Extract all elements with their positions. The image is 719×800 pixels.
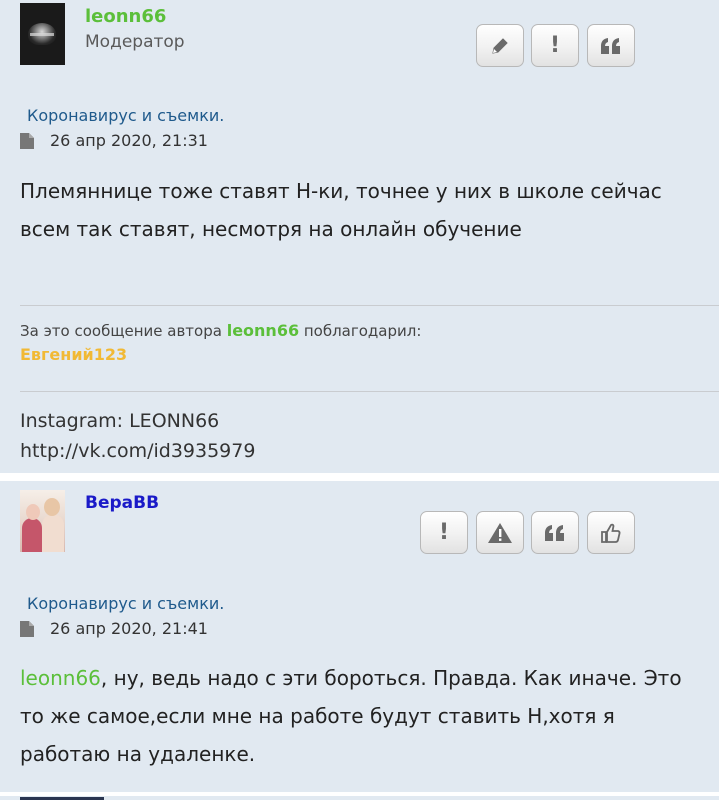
post-content: leonn66, ну, ведь надо с эти бороться. П… xyxy=(20,659,700,773)
quote-button[interactable] xyxy=(531,511,579,554)
avatar[interactable] xyxy=(20,490,65,552)
post-topic-link[interactable]: Коронавирус и съемки. xyxy=(27,106,224,125)
exclamation-icon: ! xyxy=(549,33,561,58)
signature-vk-link[interactable]: http://vk.com/id3935979 xyxy=(20,436,255,466)
avatar-figure xyxy=(44,498,60,516)
thumbs-up-icon xyxy=(599,521,623,545)
warning-icon xyxy=(487,522,513,544)
avatar-figure xyxy=(22,518,42,552)
signature: Instagram: LEONN66 http://vk.com/id39359… xyxy=(20,406,255,466)
quote-icon xyxy=(543,523,567,543)
report-button[interactable]: ! xyxy=(420,511,468,554)
post-content-text: , ну, ведь надо с эти бороться. Правда. … xyxy=(20,666,682,766)
divider xyxy=(20,305,719,306)
post-username[interactable]: leonn66 xyxy=(85,6,166,27)
post-next xyxy=(0,796,719,800)
edit-button[interactable] xyxy=(476,24,524,67)
like-button[interactable] xyxy=(587,511,635,554)
avatar-figure xyxy=(42,514,64,552)
post-leonn66: leonn66 Модератор ! Коронавирус и съемки… xyxy=(0,0,719,473)
post-date-text: 26 апр 2020, 21:31 xyxy=(50,131,208,150)
thanks-prefix: За это сообщение автора xyxy=(20,322,222,340)
avatar[interactable] xyxy=(20,3,65,65)
post-date: 26 апр 2020, 21:31 xyxy=(20,131,208,150)
pencil-icon xyxy=(489,35,511,57)
avatar-detail xyxy=(30,33,54,36)
document-icon xyxy=(20,620,34,637)
divider xyxy=(20,391,719,392)
thanks-line: За это сообщение автора leonn66 поблагод… xyxy=(20,321,421,340)
report-button[interactable]: ! xyxy=(531,24,579,67)
user-rank: Модератор xyxy=(85,32,185,52)
thanks-user[interactable]: leonn66 xyxy=(227,321,299,340)
signature-instagram: Instagram: LEONN66 xyxy=(20,410,220,432)
exclamation-icon: ! xyxy=(438,520,450,545)
post-username[interactable]: ВераВВ xyxy=(85,493,159,513)
quote-icon xyxy=(599,36,623,56)
avatar-figure xyxy=(26,504,40,520)
post-date: 26 апр 2020, 21:41 xyxy=(20,619,208,638)
document-icon xyxy=(20,132,34,149)
warning-button[interactable] xyxy=(476,511,524,554)
thanks-suffix: поблагодарил: xyxy=(303,322,422,340)
mention-link[interactable]: leonn66 xyxy=(20,666,101,690)
thanker-name[interactable]: Евгений123 xyxy=(20,345,127,364)
post-content: Племяннице тоже ставят Н-ки, точнее у ни… xyxy=(20,179,662,241)
quote-button[interactable] xyxy=(587,24,635,67)
post-topic-link[interactable]: Коронавирус и съемки. xyxy=(27,594,224,613)
post-date-text: 26 апр 2020, 21:41 xyxy=(50,619,208,638)
